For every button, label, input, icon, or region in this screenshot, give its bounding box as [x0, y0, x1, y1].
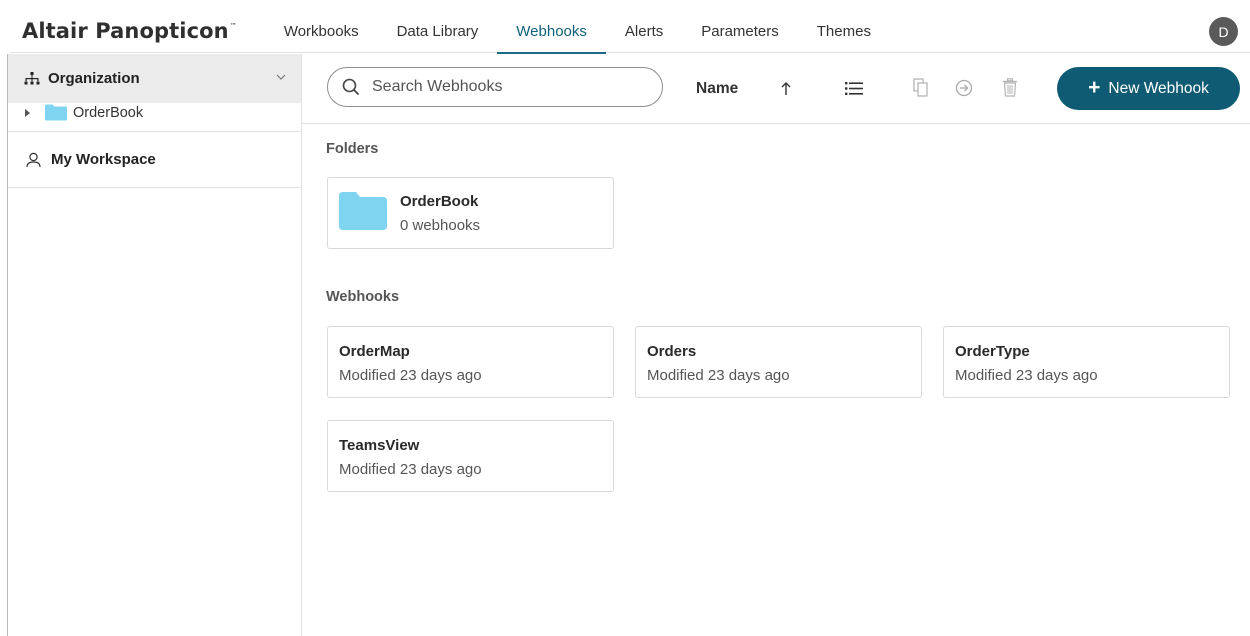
window-top-edge — [0, 0, 1250, 10]
user-avatar[interactable]: D — [1209, 17, 1238, 46]
webhook-name: Orders — [647, 343, 697, 360]
folder-icon — [339, 192, 387, 230]
tab-alerts[interactable]: Alerts — [606, 10, 682, 53]
chevron-down-icon[interactable] — [275, 71, 287, 83]
organization-label: Organization — [48, 70, 140, 87]
sort-field-button[interactable]: Name — [696, 80, 738, 98]
top-header: Altair Panopticon™ Workbooks Data Librar… — [10, 10, 1250, 54]
webhook-card-teamsview[interactable]: TeamsView Modified 23 days ago — [327, 420, 614, 492]
search-input[interactable] — [372, 78, 642, 96]
webhook-modified: Modified 23 days ago — [647, 367, 790, 384]
main-nav: Workbooks Data Library Webhooks Alerts P… — [265, 10, 890, 54]
folder-name: OrderBook — [400, 193, 479, 210]
search-box[interactable] — [327, 67, 663, 107]
tab-themes[interactable]: Themes — [798, 10, 890, 53]
workspace-label: My Workspace — [51, 151, 156, 168]
list-view-icon[interactable] — [845, 81, 863, 96]
copy-icon[interactable] — [913, 78, 929, 98]
tree-item-label: OrderBook — [73, 104, 144, 121]
folder-card-orderbook[interactable]: OrderBook 0 webhooks — [327, 177, 614, 249]
sidebar: Organization OrderBook My Workspace — [8, 54, 302, 636]
caret-right-icon[interactable] — [25, 108, 30, 117]
hierarchy-icon — [24, 71, 40, 84]
tab-parameters[interactable]: Parameters — [682, 10, 798, 53]
arrow-up-icon[interactable] — [780, 81, 792, 96]
webhook-modified: Modified 23 days ago — [339, 367, 482, 384]
webhook-card-orders[interactable]: Orders Modified 23 days ago — [635, 326, 922, 398]
sidebar-item-my-workspace[interactable]: My Workspace — [8, 132, 301, 188]
new-webhook-button[interactable]: + New Webhook — [1057, 67, 1240, 110]
webhooks-section-title: Webhooks — [326, 289, 400, 305]
webhook-name: OrderMap — [339, 343, 410, 360]
webhook-name: TeamsView — [339, 437, 420, 454]
new-webhook-label: New Webhook — [1108, 79, 1209, 97]
webhook-modified: Modified 23 days ago — [339, 461, 482, 478]
user-icon — [26, 152, 41, 167]
tab-webhooks[interactable]: Webhooks — [497, 10, 606, 54]
folders-section-title: Folders — [326, 141, 379, 157]
webhooks-toolbar: Name + New Webhook — [302, 54, 1250, 124]
folder-count: 0 webhooks — [400, 217, 481, 234]
webhook-modified: Modified 23 days ago — [955, 367, 1098, 384]
webhook-name: OrderType — [955, 343, 1030, 360]
folder-icon — [45, 104, 67, 121]
plus-icon: + — [1088, 76, 1101, 99]
app-brand-logo: Altair Panopticon™ — [22, 19, 237, 43]
webhook-card-ordertype[interactable]: OrderType Modified 23 days ago — [943, 326, 1230, 398]
search-icon — [342, 78, 360, 96]
webhook-card-ordermap[interactable]: OrderMap Modified 23 days ago — [327, 326, 614, 398]
tab-data-library[interactable]: Data Library — [378, 10, 498, 53]
move-icon[interactable] — [955, 79, 973, 97]
trash-icon[interactable] — [1002, 78, 1018, 97]
sidebar-tree-item-orderbook[interactable]: OrderBook — [8, 94, 301, 132]
tab-workbooks[interactable]: Workbooks — [265, 10, 378, 53]
